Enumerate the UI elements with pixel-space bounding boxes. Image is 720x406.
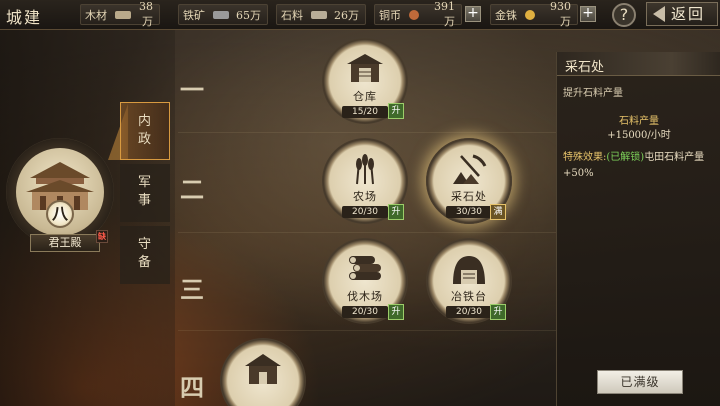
resource-label: 石料	[281, 8, 303, 22]
effect-label: 特殊效果:	[563, 152, 607, 163]
tab-internal-affairs[interactable]: 内政	[120, 102, 170, 160]
house-icon	[245, 354, 281, 384]
stat-label: 石料产量	[619, 116, 659, 127]
detail-description: 提升石料产量	[563, 88, 623, 99]
building-name: 农场	[353, 190, 377, 203]
add-gold-button[interactable]: +	[580, 6, 596, 22]
upgrade-badge[interactable]: 升	[388, 304, 404, 320]
effect-status: (已解锁)	[606, 152, 645, 163]
coin-icon	[409, 9, 419, 20]
back-button[interactable]: 返回	[646, 2, 718, 26]
tier-divider	[178, 330, 558, 331]
max-level-button[interactable]: 已满级	[597, 370, 683, 394]
building-level: 20/30	[342, 306, 388, 318]
hall-name: 君王殿	[30, 234, 100, 252]
resource-label: 铁矿	[183, 8, 205, 22]
upgrade-badge[interactable]: 升	[388, 103, 404, 119]
furnace-icon	[453, 256, 485, 284]
building-name: 仓库	[353, 90, 377, 103]
wheat-icon	[356, 154, 374, 185]
resource-label: 金铢	[495, 8, 517, 22]
tab-defense[interactable]: 守备	[120, 226, 170, 284]
tier-divider	[178, 232, 558, 233]
max-level-badge: 满	[490, 204, 506, 220]
resource-stone: 石料 26万	[276, 4, 366, 25]
detail-title: 采石处	[565, 60, 605, 75]
help-button[interactable]: ?	[612, 3, 636, 27]
tab-label: 内政	[138, 114, 153, 147]
hall-status-flag: 缺	[96, 230, 108, 243]
tab-military[interactable]: 军事	[120, 164, 170, 222]
resource-wood: 木材 38万	[80, 0, 160, 28]
stone-icon	[311, 10, 327, 19]
back-label: 返回	[671, 5, 706, 23]
resource-value: 26万	[334, 8, 359, 22]
tier-label: 二	[180, 175, 204, 204]
detail-header: 采石处	[557, 52, 720, 76]
resource-label: 木材	[85, 8, 107, 22]
wood-icon	[115, 10, 131, 19]
building-detail-panel: 采石处 提升石料产量 石料产量 +15000/小时 特殊效果:(已解锁)屯田石料…	[556, 52, 720, 406]
building-level: 20/30	[446, 306, 492, 318]
gold-icon	[525, 9, 535, 20]
resource-value: 930万	[550, 0, 571, 28]
tier-label: 一	[180, 75, 204, 104]
upgrade-badge[interactable]: 升	[388, 204, 404, 220]
resource-gold: 金铢 930万	[490, 0, 578, 28]
iron-icon	[213, 10, 229, 19]
tier-divider	[178, 132, 558, 133]
resource-copper: 铜币 391万	[374, 0, 462, 28]
resource-value: 391万	[434, 0, 455, 28]
page-title: 城建	[6, 8, 43, 27]
building-name: 伐木场	[347, 290, 383, 303]
hall-level-badge: 八	[46, 200, 74, 228]
building-name: 采石处	[451, 190, 487, 203]
top-bar: 城建 木材 38万 铁矿 65万 石料 26万 铜币 391万 + 金铢 930…	[0, 0, 720, 30]
logs-icon	[349, 256, 381, 280]
building-level: 20/30	[342, 206, 388, 218]
pickaxe-icon	[453, 154, 487, 184]
resource-value: 65万	[236, 8, 261, 22]
building-level: 15/20	[342, 106, 388, 118]
resource-label: 铜币	[379, 8, 401, 22]
back-arrow-icon	[653, 6, 665, 22]
resource-value: 38万	[139, 0, 153, 28]
stat-value: +15000/小时	[607, 130, 671, 141]
building-name: 冶铁台	[451, 290, 487, 303]
special-effect: 特殊效果:(已解锁)屯田石料产量+50%	[563, 150, 715, 182]
warehouse-icon	[347, 54, 383, 82]
resource-iron: 铁矿 65万	[178, 4, 268, 25]
add-copper-button[interactable]: +	[465, 6, 481, 22]
upgrade-badge[interactable]: 升	[490, 304, 506, 320]
tab-label: 军事	[138, 175, 153, 208]
tab-label: 守备	[138, 237, 153, 270]
tier-label: 三	[180, 275, 204, 304]
tier-label: 四	[180, 373, 204, 402]
building-level: 30/30	[446, 206, 492, 218]
